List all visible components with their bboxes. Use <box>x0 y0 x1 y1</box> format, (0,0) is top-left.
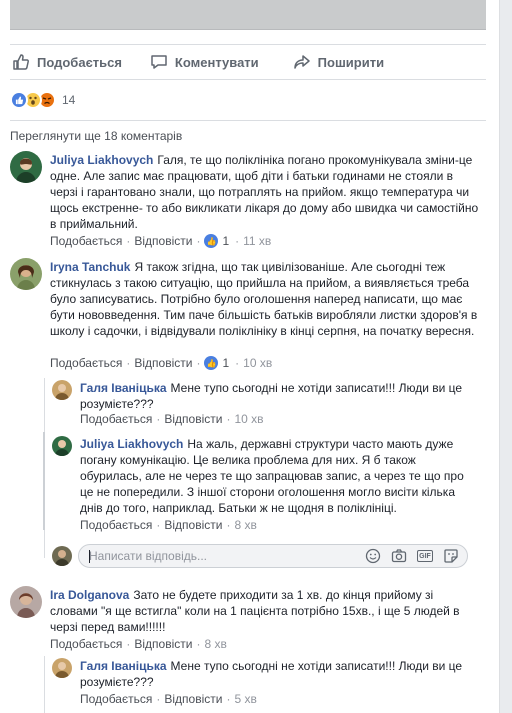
comments-divider <box>10 120 486 121</box>
like-button-label: Подобається <box>37 54 122 70</box>
reply-like-link[interactable]: Подобається <box>80 692 152 706</box>
separator-dot: · <box>226 692 231 706</box>
comment-like-link[interactable]: Подобається <box>50 637 122 651</box>
reply-like-link[interactable]: Подобається <box>80 412 152 426</box>
comment-juliya-1: Juliya Liakhovych Галя, те що поліклініка… <box>10 151 480 251</box>
reply-input-box[interactable]: GIF <box>78 544 468 568</box>
comment-timestamp[interactable]: 11 хв <box>243 234 271 248</box>
speech-bubble-icon <box>150 53 168 71</box>
reply-galya-1: Галя Іваніцька Мене тупо сьогодні не хоті… <box>52 380 482 430</box>
comment-actions: Подобається · Відповісти · 8 хв <box>50 637 227 651</box>
comment-like-link[interactable]: Подобається <box>50 356 122 370</box>
comment-like-link[interactable]: Подобається <box>50 234 122 248</box>
thumbs-up-icon <box>12 53 30 71</box>
reply-galya-2: Галя Іваніцька Мене тупо сьогодні не хоті… <box>52 658 482 710</box>
like-reaction-icon <box>10 91 28 109</box>
sticker-icon[interactable] <box>443 548 459 564</box>
avatar[interactable] <box>10 258 42 290</box>
reply-focus-line <box>43 432 45 530</box>
reply-input[interactable] <box>89 548 349 564</box>
reply-like-link[interactable]: Подобається <box>80 518 152 532</box>
gif-icon[interactable]: GIF <box>417 548 433 564</box>
current-user-avatar[interactable] <box>52 546 72 566</box>
separator-dot: · <box>235 234 240 248</box>
reply-actions: Подобається · Відповісти · 8 хв <box>80 518 257 532</box>
avatar[interactable] <box>52 658 72 678</box>
separator-dot: · <box>126 234 131 248</box>
avatar[interactable] <box>10 586 42 618</box>
separator-dot: · <box>196 234 201 248</box>
separator-dot: · <box>235 356 240 370</box>
share-button-label: Поширити <box>317 54 385 70</box>
separator-dot: · <box>156 692 161 706</box>
avatar[interactable] <box>52 380 72 400</box>
view-more-comments-link[interactable]: Переглянути ще 18 коментарів <box>10 129 182 143</box>
comment-like-count[interactable]: 1 <box>222 356 229 370</box>
share-button[interactable]: Поширити <box>293 53 384 71</box>
reply-reply-link[interactable]: Відповісти <box>164 692 222 706</box>
separator-dot: · <box>226 518 231 532</box>
comment-ira: Ira Dolganova Зато не будете приходити за… <box>10 586 480 656</box>
reactions-summary[interactable]: 14 <box>10 90 75 110</box>
page-background <box>500 0 512 713</box>
comment-reply-link[interactable]: Відповісти <box>134 234 192 248</box>
separator-dot: · <box>226 412 231 426</box>
comment-like-count[interactable]: 1 <box>222 234 229 248</box>
reply-author[interactable]: Галя Іваніцька <box>80 659 167 673</box>
avatar[interactable] <box>10 151 42 183</box>
comment-timestamp[interactable]: 10 хв <box>243 356 272 370</box>
post-action-bar: Подобається Коментувати Поширити <box>10 44 486 80</box>
comment-author[interactable]: Juliya Liakhovych <box>50 153 153 167</box>
comment-button[interactable]: Коментувати <box>150 53 259 71</box>
reply-juliya: Juliya Liakhovych На жаль, державні струк… <box>52 436 482 534</box>
share-arrow-icon <box>293 53 311 71</box>
comment-author[interactable]: Ira Dolganova <box>50 588 129 602</box>
separator-dot: · <box>126 637 131 651</box>
like-badge-icon[interactable]: 👍 <box>204 356 219 370</box>
camera-icon[interactable] <box>391 548 407 564</box>
separator-dot: · <box>156 412 161 426</box>
reply-reply-link[interactable]: Відповісти <box>164 412 222 426</box>
reply-author[interactable]: Галя Іваніцька <box>80 381 167 395</box>
comment-actions: Подобається · Відповісти · 👍 1 · 10 хв <box>50 356 272 370</box>
reply-input-tools: GIF <box>365 548 459 564</box>
reply-reply-link[interactable]: Відповісти <box>164 518 222 532</box>
reply-actions: Подобається · Відповісти · 5 хв <box>80 692 257 706</box>
comment-author[interactable]: Iryna Tanchuk <box>50 260 130 274</box>
comment-timestamp[interactable]: 8 хв <box>204 637 226 651</box>
separator-dot: · <box>126 356 131 370</box>
comment-actions: Подобається · Відповісти · 👍 1 · 11 хв <box>50 234 271 248</box>
comment-reply-link[interactable]: Відповісти <box>134 637 192 651</box>
comment-iryna: Iryna Tanchuk Я також згідна, що так циві… <box>10 258 480 378</box>
reply-timestamp[interactable]: 5 хв <box>234 692 256 706</box>
like-button[interactable]: Подобається <box>12 53 122 71</box>
separator-dot: · <box>156 518 161 532</box>
reply-timestamp[interactable]: 8 хв <box>234 518 256 532</box>
reactions-count: 14 <box>62 93 76 107</box>
reply-author[interactable]: Juliya Liakhovych <box>80 437 183 451</box>
reply-actions: Подобається · Відповісти · 10 хв <box>80 412 264 426</box>
post-photo[interactable] <box>10 0 486 30</box>
reply-timestamp[interactable]: 10 хв <box>234 412 263 426</box>
comment-reply-link[interactable]: Відповісти <box>134 356 192 370</box>
separator-dot: · <box>196 637 201 651</box>
comment-button-label: Коментувати <box>174 54 259 70</box>
like-badge-icon[interactable]: 👍 <box>204 234 219 248</box>
avatar[interactable] <box>52 436 72 456</box>
post-card: Подобається Коментувати Поширити 14 Пере… <box>0 0 500 713</box>
separator-dot: · <box>196 356 201 370</box>
reply-thread-line <box>44 656 45 713</box>
emoji-icon[interactable] <box>365 548 381 564</box>
